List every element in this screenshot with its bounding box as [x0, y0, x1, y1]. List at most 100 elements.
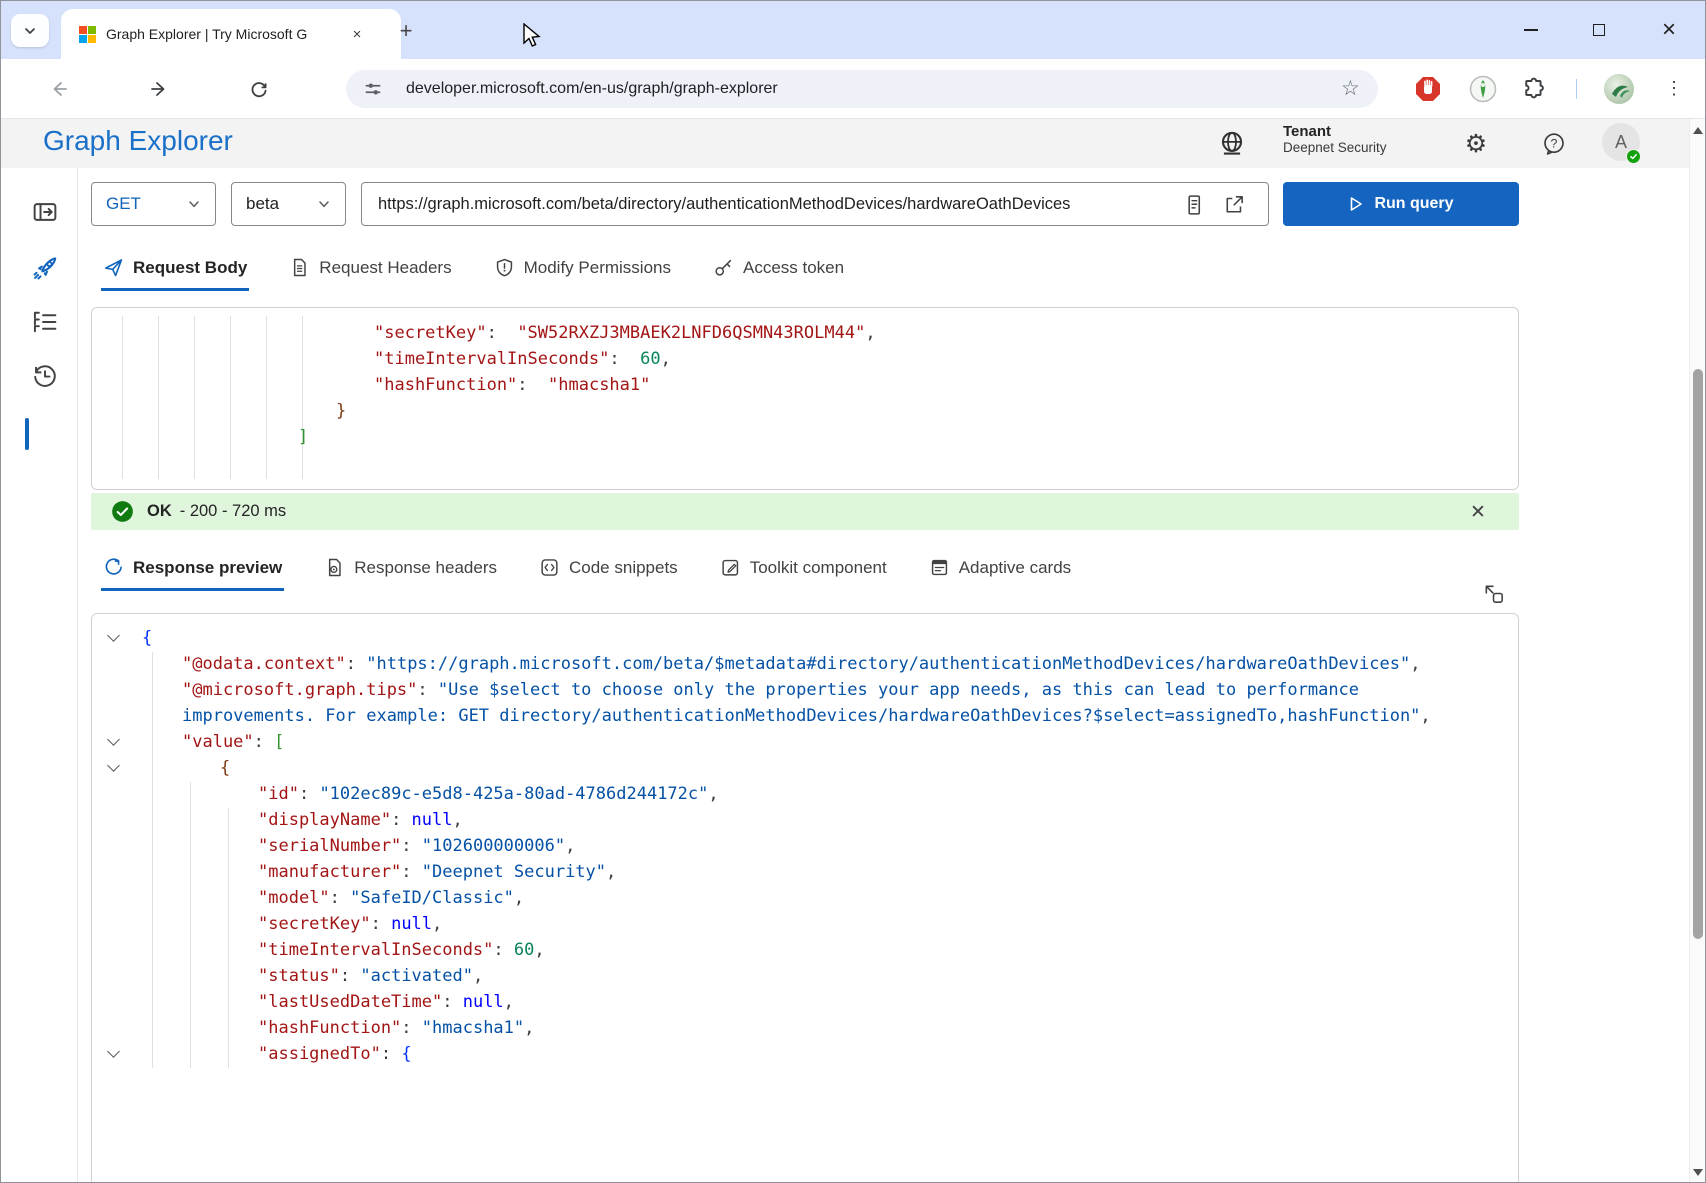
adblock-extension-icon[interactable] [1414, 75, 1442, 103]
site-settings-icon[interactable] [362, 78, 384, 100]
chevron-down-icon [317, 197, 331, 211]
adaptive-card-icon [929, 557, 950, 578]
play-icon [1348, 196, 1364, 212]
tab-modify-permissions[interactable]: Modify Permissions [492, 249, 673, 291]
tab-response-preview[interactable]: Response preview [101, 549, 284, 591]
sidebar-item-history[interactable] [29, 360, 61, 392]
sidebar-toggle-icon [31, 198, 59, 226]
mouse-cursor [522, 23, 546, 51]
active-nav-indicator [25, 418, 29, 450]
document-circle-icon [324, 557, 345, 578]
tab-title: Graph Explorer | Try Microsoft G [106, 26, 338, 42]
browser-window: Graph Explorer | Try Microsoft G × + × d… [0, 0, 1706, 1183]
expand-response-button[interactable] [1479, 579, 1509, 609]
back-arrow-icon [49, 79, 69, 99]
tab-label: Toolkit component [750, 558, 887, 578]
scroll-down-icon[interactable] [1693, 1169, 1703, 1176]
chevron-down-icon [187, 197, 201, 211]
tenant-label: Tenant [1283, 123, 1387, 140]
close-tab-icon[interactable]: × [346, 23, 368, 45]
status-banner: OK - 200 - 720 ms ✕ [91, 493, 1519, 530]
browser-profile-avatar[interactable] [1604, 74, 1634, 104]
shield-icon [494, 257, 515, 278]
sidebar-rail [1, 168, 78, 1183]
tab-toolkit-component[interactable]: Toolkit component [718, 549, 889, 591]
tab-adaptive-cards[interactable]: Adaptive cards [927, 549, 1073, 591]
minimize-button[interactable] [1500, 1, 1562, 59]
green-extension-icon [1469, 75, 1497, 103]
tab-request-headers[interactable]: Request Headers [287, 249, 453, 291]
run-query-button[interactable]: Run query [1283, 182, 1519, 226]
tab-request-body[interactable]: Request Body [101, 249, 249, 291]
tab-label: Request Body [133, 258, 247, 278]
account-status-badge [1626, 149, 1641, 164]
request-url-value: https://graph.microsoft.com/beta/directo… [378, 195, 1070, 214]
forward-button[interactable] [141, 71, 177, 107]
reload-icon [249, 79, 269, 99]
scroll-up-icon[interactable] [1693, 127, 1703, 134]
request-body-editor[interactable]: "secretKey": "SW52RXZJ3MBAEK2LNFD6QSMN43… [91, 307, 1519, 490]
method-value: GET [106, 194, 141, 214]
svg-text:?: ? [1551, 137, 1558, 151]
response-preview-code: {"@odata.context": "https://graph.micros… [92, 614, 1518, 1067]
browser-menu-icon[interactable]: ⋮ [1659, 73, 1689, 103]
send-icon [103, 257, 124, 278]
tab-label: Response preview [133, 558, 282, 578]
browser-toolbar: developer.microsoft.com/en-us/graph/grap… [1, 59, 1706, 119]
tab-label: Adaptive cards [959, 558, 1071, 578]
response-tab-bar: Response preview Response headers Code s… [101, 549, 1073, 591]
tab-access-token[interactable]: Access token [711, 249, 846, 291]
tab-label: Code snippets [569, 558, 678, 578]
tab-label: Request Headers [319, 258, 451, 278]
tenant-info: Tenant Deepnet Security [1283, 123, 1387, 155]
reload-button[interactable] [241, 71, 277, 107]
page-scrollbar[interactable] [1689, 119, 1705, 1183]
method-select[interactable]: GET [91, 182, 216, 226]
scrollbar-thumb[interactable] [1693, 369, 1703, 939]
browser-tab[interactable]: Graph Explorer | Try Microsoft G × [61, 9, 401, 59]
resources-list-icon [31, 308, 59, 336]
bookmark-star-icon[interactable]: ☆ [1341, 76, 1360, 101]
response-preview-panel[interactable]: {"@odata.context": "https://graph.micros… [91, 613, 1519, 1183]
close-button[interactable]: × [1638, 1, 1700, 59]
request-body-code: "secretKey": "SW52RXZJ3MBAEK2LNFD6QSMN43… [92, 308, 1518, 450]
close-status-icon[interactable]: ✕ [1465, 499, 1491, 525]
avatar-art [1604, 74, 1634, 104]
key-icon [713, 257, 734, 278]
back-button[interactable] [41, 71, 77, 107]
tenant-name: Deepnet Security [1283, 140, 1387, 155]
tab-code-snippets[interactable]: Code snippets [537, 549, 680, 591]
status-label: OK [147, 502, 172, 521]
share-query-icon[interactable] [1222, 193, 1246, 217]
page-title: Graph Explorer [43, 125, 233, 157]
extensions-puzzle-icon[interactable] [1520, 75, 1548, 103]
maximize-button[interactable] [1568, 1, 1630, 59]
url-text[interactable]: developer.microsoft.com/en-us/graph/grap… [406, 80, 778, 98]
browser-tab-strip: Graph Explorer | Try Microsoft G × + × [1, 1, 1706, 59]
toolkit-pencil-icon [720, 557, 741, 578]
expand-icon [1482, 582, 1506, 606]
new-tab-button[interactable]: + [391, 16, 421, 46]
status-detail: - 200 - 720 ms [180, 502, 286, 521]
history-clock-icon [31, 362, 59, 390]
tenant-globe-icon [1213, 125, 1251, 163]
sidebar-toggle-button[interactable] [29, 196, 61, 228]
request-url-input[interactable]: https://graph.microsoft.com/beta/directo… [361, 182, 1269, 226]
tab-label: Modify Permissions [524, 258, 671, 278]
settings-gear-icon[interactable]: ⚙ [1457, 125, 1495, 163]
url-bar[interactable]: developer.microsoft.com/en-us/graph/grap… [346, 70, 1378, 108]
microsoft-favicon [79, 26, 96, 43]
tab-response-headers[interactable]: Response headers [322, 549, 499, 591]
graph-explorer-header: Graph Explorer Tenant Deepnet Security ⚙… [1, 119, 1691, 168]
chevron-down-icon [23, 24, 37, 38]
extension-icon[interactable] [1469, 75, 1497, 103]
sidebar-item-resources[interactable] [29, 306, 61, 338]
sidebar-item-sample-queries[interactable] [29, 252, 61, 284]
stop-hand-icon [1414, 75, 1442, 103]
tab-search-button[interactable] [11, 14, 49, 47]
rocket-icon [30, 253, 60, 283]
version-select[interactable]: beta [231, 182, 346, 226]
help-icon[interactable]: ? [1535, 125, 1573, 163]
response-preview-icon [103, 557, 124, 578]
copy-request-icon[interactable] [1182, 193, 1206, 217]
